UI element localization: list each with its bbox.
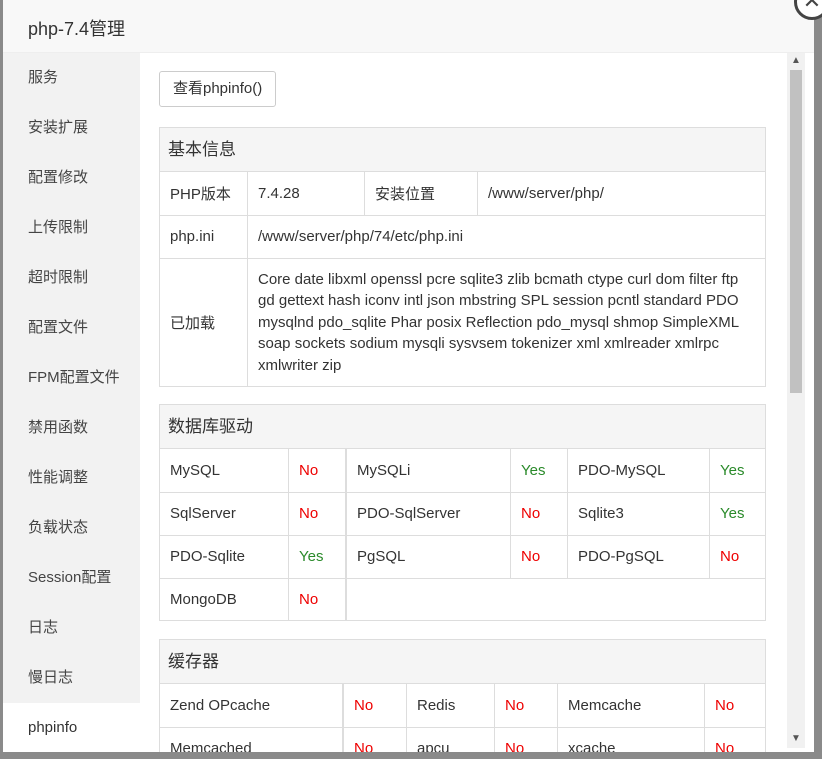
cache-name: apcu	[406, 726, 495, 752]
loaded-label: 已加载	[160, 257, 248, 386]
sidebar-item-config-edit[interactable]: 配置修改	[3, 153, 140, 203]
dialog-title: php-7.4管理	[28, 19, 126, 39]
php-ini-label: php.ini	[160, 214, 248, 259]
driver-name: PDO-MySQL	[567, 449, 710, 493]
php-version-label: PHP版本	[160, 172, 248, 216]
driver-name: SqlServer	[160, 491, 289, 536]
driver-name: PDO-SqlServer	[345, 491, 511, 536]
driver-name: PDO-PgSQL	[567, 534, 710, 579]
sidebar-item-service[interactable]: 服务	[3, 53, 140, 103]
cache-status: No	[704, 684, 765, 728]
sidebar-item-performance[interactable]: 性能调整	[3, 453, 140, 503]
driver-status: Yes	[288, 534, 347, 579]
driver-status: Yes	[510, 449, 568, 493]
driver-status: No	[510, 534, 568, 579]
sidebar-item-log[interactable]: 日志	[3, 603, 140, 653]
php-manager-dialog: php-7.4管理 服务 安装扩展 配置修改 上传限制 超时限制 配置文件 FP…	[3, 0, 814, 752]
sidebar-item-upload-limit[interactable]: 上传限制	[3, 203, 140, 253]
driver-status: Yes	[709, 491, 765, 536]
sidebar-item-session-config[interactable]: Session配置	[3, 553, 140, 603]
dialog-title-bar: php-7.4管理	[3, 0, 814, 53]
driver-status: No	[288, 577, 347, 620]
cache-status: No	[342, 726, 407, 752]
driver-status: No	[510, 491, 568, 536]
driver-name: MySQL	[160, 449, 289, 493]
driver-name: Sqlite3	[567, 491, 710, 536]
install-path-value: /www/server/php/	[477, 172, 765, 216]
sidebar-item-slow-log[interactable]: 慢日志	[3, 653, 140, 703]
scroll-up-arrow-icon[interactable]: ▲	[791, 55, 801, 66]
driver-status: Yes	[709, 449, 765, 493]
cache-name: Redis	[406, 684, 495, 728]
sidebar-item-config-file[interactable]: 配置文件	[3, 303, 140, 353]
cache-title: 缓存器	[160, 640, 765, 684]
cache-status: No	[342, 684, 407, 728]
sidebar-item-disabled-functions[interactable]: 禁用函数	[3, 403, 140, 453]
db-driver-table: MySQL No MySQLi Yes PDO-MySQL Yes SqlSer…	[160, 449, 765, 620]
loaded-extensions: Core date libxml openssl pcre sqlite3 zl…	[247, 257, 765, 386]
driver-name: MySQLi	[345, 449, 511, 493]
install-path-label: 安装位置	[364, 172, 478, 216]
cache-status: No	[704, 726, 765, 752]
scroll-down-arrow-icon[interactable]: ▼	[791, 733, 801, 744]
driver-name: MongoDB	[160, 577, 289, 620]
driver-status: No	[288, 449, 347, 493]
basic-info-title: 基本信息	[160, 128, 765, 172]
cache-name: xcache	[557, 726, 705, 752]
driver-name: PgSQL	[345, 534, 511, 579]
sidebar-item-fpm-config[interactable]: FPM配置文件	[3, 353, 140, 403]
driver-status: No	[288, 491, 347, 536]
content-scrollbar[interactable]: ▲ ▼	[787, 53, 805, 748]
driver-status: No	[709, 534, 765, 579]
db-driver-title: 数据库驱动	[160, 405, 765, 449]
empty-cell	[345, 577, 765, 620]
cache-name: Memcached	[160, 726, 344, 752]
view-phpinfo-button[interactable]: 查看phpinfo()	[159, 71, 277, 107]
sidebar-item-load-status[interactable]: 负载状态	[3, 503, 140, 553]
php-version-value: 7.4.28	[247, 172, 365, 216]
sidebar: 服务 安装扩展 配置修改 上传限制 超时限制 配置文件 FPM配置文件 禁用函数…	[3, 53, 140, 752]
sidebar-item-phpinfo[interactable]: phpinfo	[3, 703, 140, 752]
cache-name: Zend OPcache	[160, 684, 344, 728]
cache-status: No	[494, 726, 558, 752]
cache-panel: 缓存器 Zend OPcache No Redis No Memcache No…	[159, 639, 766, 752]
sidebar-item-timeout-limit[interactable]: 超时限制	[3, 253, 140, 303]
scroll-thumb[interactable]	[790, 70, 802, 393]
db-driver-panel: 数据库驱动 MySQL No MySQLi Yes PDO-MySQL Yes …	[159, 404, 766, 621]
basic-info-panel: 基本信息 PHP版本 7.4.28 安装位置 /www/server/php/ …	[159, 127, 766, 387]
cache-status: No	[494, 684, 558, 728]
sidebar-item-install-extension[interactable]: 安装扩展	[3, 103, 140, 153]
basic-info-table: PHP版本 7.4.28 安装位置 /www/server/php/ php.i…	[160, 172, 765, 386]
content-area: 查看phpinfo() 基本信息 PHP版本 7.4.28 安装位置 /www/…	[140, 53, 792, 752]
php-ini-path: /www/server/php/74/etc/php.ini	[247, 214, 765, 259]
cache-name: Memcache	[557, 684, 705, 728]
driver-name: PDO-Sqlite	[160, 534, 289, 579]
cache-table: Zend OPcache No Redis No Memcache No Mem…	[160, 684, 765, 752]
